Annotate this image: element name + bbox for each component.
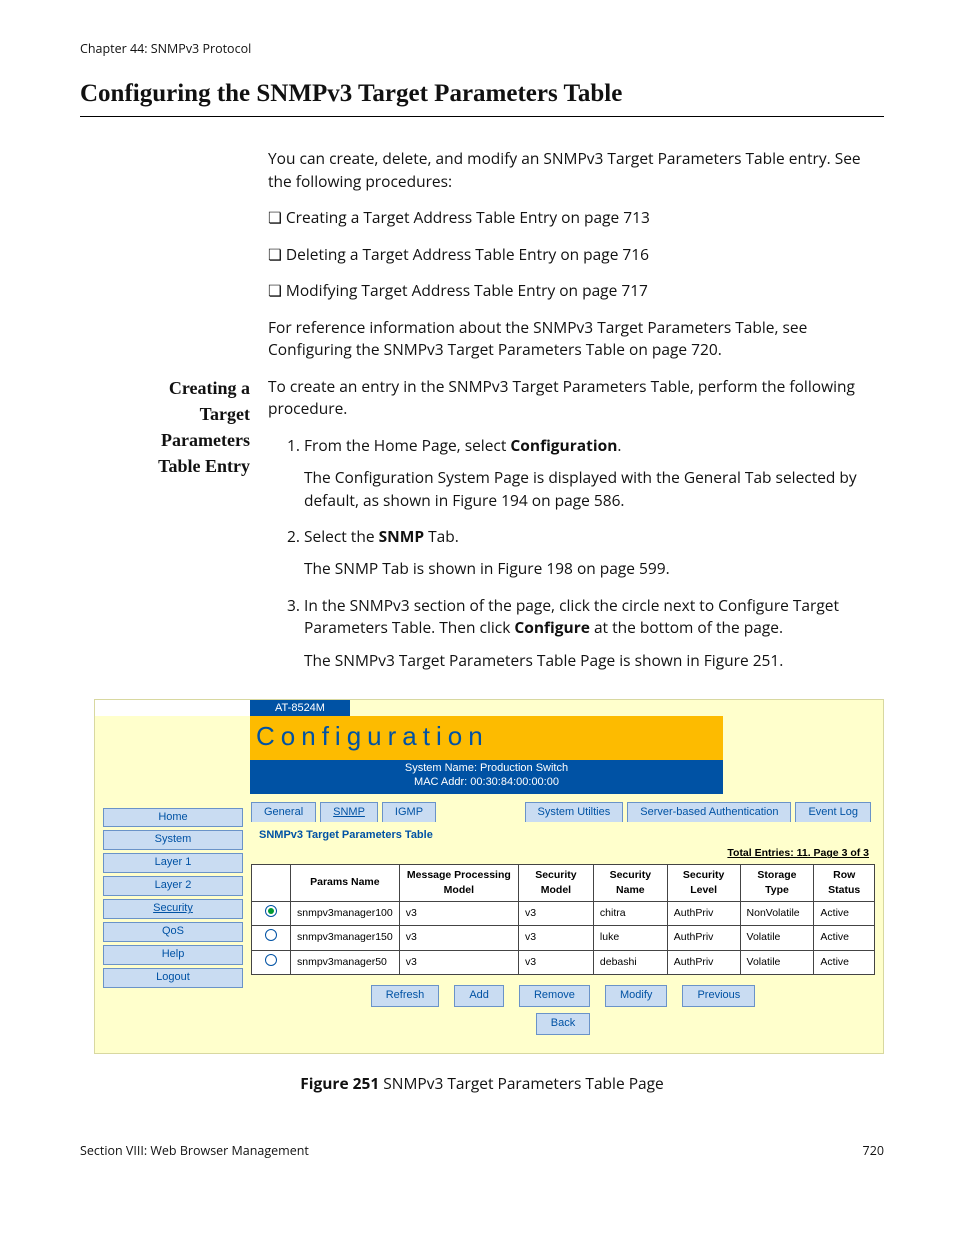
nav-layer1[interactable]: Layer 1 <box>103 853 243 873</box>
chapter-header: Chapter 44: SNMPv3 Protocol <box>80 40 884 58</box>
nav-home[interactable]: Home <box>103 808 243 828</box>
table-cell: v3 <box>518 902 593 926</box>
row-radio-cell[interactable] <box>252 926 291 950</box>
bullet-item: Creating a Target Address Table Entry on… <box>294 206 884 228</box>
col-rowstat: Row Status <box>814 864 875 901</box>
nav-qos[interactable]: QoS <box>103 922 243 942</box>
table-cell: luke <box>593 926 667 950</box>
table-row: snmpv3manager100v3v3chitraAuthPrivNonVol… <box>252 902 875 926</box>
add-button[interactable]: Add <box>454 985 504 1007</box>
steps-intro: To create an entry in the SNMPv3 Target … <box>268 375 884 420</box>
col-params: Params Name <box>291 864 400 901</box>
banner-title: Configuration <box>250 716 723 760</box>
button-row: Refresh Add Remove Modify Previous <box>251 985 875 1007</box>
procedure-steps: From the Home Page, select Configuration… <box>268 434 884 672</box>
back-button[interactable]: Back <box>536 1013 590 1035</box>
tab-bar: General SNMP IGMP System Utilties Server… <box>251 802 875 823</box>
table-cell: chitra <box>593 902 667 926</box>
step-1-result: The Configuration System Page is display… <box>304 466 884 511</box>
col-secmodel: Security Model <box>518 864 593 901</box>
previous-button[interactable]: Previous <box>682 985 755 1007</box>
modify-button[interactable]: Modify <box>605 985 667 1007</box>
row-radio-cell[interactable] <box>252 902 291 926</box>
title-rule <box>80 116 884 117</box>
nav-security[interactable]: Security <box>103 899 243 919</box>
footer-page: 720 <box>863 1142 884 1160</box>
table-cell: v3 <box>518 926 593 950</box>
radio-icon[interactable] <box>265 905 277 917</box>
tab-event-log[interactable]: Event Log <box>795 802 871 823</box>
side-nav: Home System Layer 1 Layer 2 Security QoS… <box>103 802 243 1035</box>
remove-button[interactable]: Remove <box>519 985 590 1007</box>
col-storage: Storage Type <box>740 864 814 901</box>
step-2-result: The SNMP Tab is shown in Figure 198 on p… <box>304 557 884 579</box>
step-2: Select the SNMP Tab. The SNMP Tab is sho… <box>304 525 884 580</box>
row-radio-cell[interactable] <box>252 950 291 974</box>
side-heading: Creating a Target Parameters Table Entry <box>80 375 250 686</box>
table-cell: v3 <box>399 950 518 974</box>
table-cell: snmpv3manager100 <box>291 902 400 926</box>
table-cell: v3 <box>518 950 593 974</box>
table-cell: Active <box>814 926 875 950</box>
bullet-item: Modifying Target Address Table Entry on … <box>294 279 884 301</box>
step-3: In the SNMPv3 section of the page, click… <box>304 594 884 671</box>
nav-help[interactable]: Help <box>103 945 243 965</box>
tab-igmp[interactable]: IGMP <box>382 802 436 823</box>
table-row: snmpv3manager150v3v3lukeAuthPrivVolatile… <box>252 926 875 950</box>
refresh-button[interactable]: Refresh <box>371 985 440 1007</box>
table-cell: v3 <box>399 926 518 950</box>
intro-bullets: Creating a Target Address Table Entry on… <box>268 206 884 301</box>
table-cell: NonVolatile <box>740 902 814 926</box>
step-1: From the Home Page, select Configuration… <box>304 434 884 511</box>
col-secname: Security Name <box>593 864 667 901</box>
intro-reference: For reference information about the SNMP… <box>268 316 884 361</box>
table-cell: Volatile <box>740 926 814 950</box>
system-info: System Name: Production Switch MAC Addr:… <box>250 760 723 794</box>
table-cell: Volatile <box>740 950 814 974</box>
table-cell: AuthPriv <box>667 926 740 950</box>
device-model: AT-8524M <box>250 700 350 716</box>
footer-section: Section VIII: Web Browser Management <box>80 1142 309 1160</box>
tab-system-utilities[interactable]: System Utilties <box>525 802 624 823</box>
panel-note: Total Entries: 11. Page 3 of 3 <box>251 846 869 861</box>
table-cell: AuthPriv <box>667 902 740 926</box>
intro-paragraph: You can create, delete, and modify an SN… <box>268 147 884 192</box>
nav-layer2[interactable]: Layer 2 <box>103 876 243 896</box>
target-params-table: Params Name Message Processing Model Sec… <box>251 864 875 975</box>
nav-system[interactable]: System <box>103 830 243 850</box>
panel-title: SNMPv3 Target Parameters Table <box>259 828 875 844</box>
top-strip-blank <box>95 700 250 716</box>
nav-logout[interactable]: Logout <box>103 968 243 988</box>
embedded-screenshot: AT-8524M Configuration System Name: Prod… <box>94 699 884 1053</box>
table-cell: snmpv3manager50 <box>291 950 400 974</box>
table-row: snmpv3manager50v3v3debashiAuthPrivVolati… <box>252 950 875 974</box>
tab-snmp[interactable]: SNMP <box>320 802 378 823</box>
col-select <box>252 864 291 901</box>
table-cell: debashi <box>593 950 667 974</box>
table-cell: Active <box>814 902 875 926</box>
tab-server-auth[interactable]: Server-based Authentication <box>627 802 791 823</box>
col-seclevel: Security Level <box>667 864 740 901</box>
table-cell: snmpv3manager150 <box>291 926 400 950</box>
top-strip-rest <box>350 700 883 716</box>
radio-icon[interactable] <box>265 954 277 966</box>
bullet-item: Deleting a Target Address Table Entry on… <box>294 243 884 265</box>
button-row-2: Back <box>251 1013 875 1035</box>
table-cell: AuthPriv <box>667 950 740 974</box>
table-cell: v3 <box>399 902 518 926</box>
page-title: Configuring the SNMPv3 Target Parameters… <box>80 76 884 112</box>
figure-caption: Figure 251 SNMPv3 Target Parameters Tabl… <box>80 1072 884 1094</box>
tab-general[interactable]: General <box>251 802 316 823</box>
radio-icon[interactable] <box>265 929 277 941</box>
col-mpmodel: Message Processing Model <box>399 864 518 901</box>
table-cell: Active <box>814 950 875 974</box>
step-3-result: The SNMPv3 Target Parameters Table Page … <box>304 649 884 671</box>
